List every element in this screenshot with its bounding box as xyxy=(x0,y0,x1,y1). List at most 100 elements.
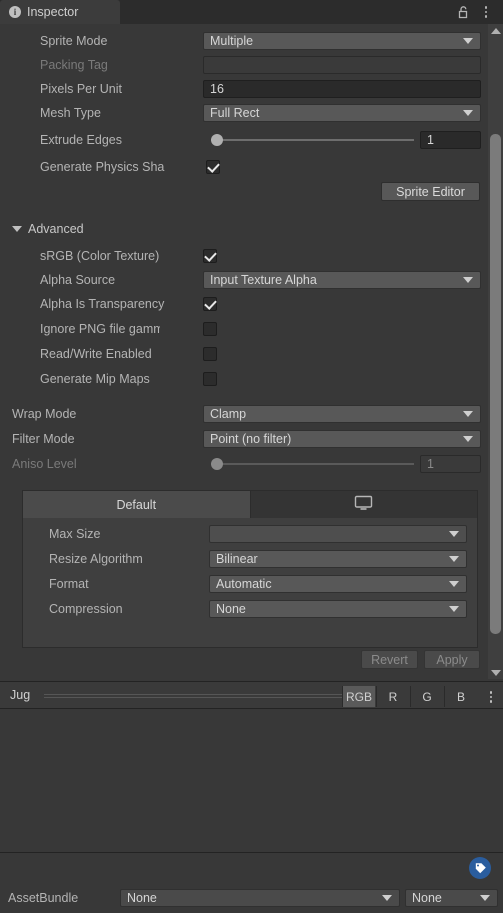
preview-drag-handle[interactable] xyxy=(44,694,344,698)
chevron-down-icon xyxy=(463,411,473,417)
dropdown-assetbundle-variant[interactable]: None xyxy=(405,889,498,907)
label-ignore-png-gamma: Ignore PNG file gamm xyxy=(40,322,160,336)
input-aniso-level-value[interactable]: 1 xyxy=(420,455,481,473)
preview-header: Jug RGB R G B xyxy=(0,681,503,709)
dropdown-mesh-type[interactable]: Full Rect xyxy=(203,104,481,122)
tab-inspector-label: Inspector xyxy=(27,5,79,19)
dropdown-wrap-mode-value: Clamp xyxy=(210,407,247,421)
dropdown-filter-mode-value: Point (no filter) xyxy=(210,432,292,446)
inspector-window: i Inspector Sprite Mode Multiple Packing… xyxy=(0,0,503,913)
checkbox-srgb[interactable] xyxy=(203,249,217,263)
slider-track xyxy=(211,463,414,465)
slider-aniso-level[interactable] xyxy=(211,456,414,472)
sprite-editor-button[interactable]: Sprite Editor xyxy=(381,182,480,201)
dropdown-sprite-mode-value: Multiple xyxy=(210,34,254,48)
dropdown-compression[interactable]: None xyxy=(209,600,467,618)
channel-button-rgb[interactable]: RGB xyxy=(342,686,375,707)
dropdown-compression-value: None xyxy=(216,602,246,616)
foldout-advanced[interactable]: Advanced xyxy=(12,222,84,236)
label-extrude-edges: Extrude Edges xyxy=(40,133,122,147)
tag-icon[interactable] xyxy=(469,857,491,879)
row-read-write-enabled: Read/Write Enabled xyxy=(0,342,488,366)
row-max-size: Max Size xyxy=(23,522,479,546)
chevron-down-icon xyxy=(480,895,490,901)
row-packing-tag: Packing Tag xyxy=(0,53,488,77)
kebab-menu-icon[interactable] xyxy=(479,3,493,21)
row-alpha-source: Alpha Source Input Texture Alpha xyxy=(0,268,488,292)
chevron-down-icon xyxy=(382,895,392,901)
lock-open-icon[interactable] xyxy=(455,4,471,20)
row-resize-algorithm: Resize Algorithm Bilinear xyxy=(23,547,479,571)
channel-rgb-label: RGB xyxy=(345,689,372,704)
checkbox-alpha-is-transparency[interactable] xyxy=(203,297,217,311)
tab-default-label: Default xyxy=(116,497,157,512)
dropdown-format-value: Automatic xyxy=(216,577,272,591)
dropdown-wrap-mode[interactable]: Clamp xyxy=(203,405,481,423)
chevron-down-icon xyxy=(463,277,473,283)
channel-button-r[interactable]: R xyxy=(376,686,409,707)
dropdown-max-size[interactable] xyxy=(209,525,467,543)
channel-button-g[interactable]: G xyxy=(410,686,443,707)
row-format: Format Automatic xyxy=(23,572,479,596)
checkbox-generate-physics-shape[interactable] xyxy=(206,160,220,174)
dropdown-resize-algorithm-value: Bilinear xyxy=(216,552,258,566)
label-resize-algorithm: Resize Algorithm xyxy=(49,552,143,566)
apply-button[interactable]: Apply xyxy=(424,650,480,669)
label-wrap-mode: Wrap Mode xyxy=(12,407,77,421)
tab-inspector[interactable]: i Inspector xyxy=(0,0,120,24)
slider-handle[interactable] xyxy=(211,458,223,470)
preview-asset-name: Jug xyxy=(10,688,31,702)
dropdown-format[interactable]: Automatic xyxy=(209,575,467,593)
slider-handle[interactable] xyxy=(211,134,223,146)
scroll-down-arrow[interactable] xyxy=(488,666,503,679)
row-mesh-type: Mesh Type Full Rect xyxy=(0,101,488,125)
dropdown-alpha-source[interactable]: Input Texture Alpha xyxy=(203,271,481,289)
assetbundle-row: AssetBundle None None xyxy=(0,887,503,909)
row-pixels-per-unit: Pixels Per Unit 16 xyxy=(0,77,488,101)
chevron-down-icon xyxy=(463,110,473,116)
scroll-up-arrow[interactable] xyxy=(488,24,503,37)
apply-button-label: Apply xyxy=(436,652,468,667)
input-extrude-edges-value[interactable]: 1 xyxy=(420,131,481,149)
chevron-down-icon xyxy=(449,531,459,537)
assetbundle-bar: AssetBundle None None xyxy=(0,852,503,913)
input-pixels-per-unit-value: 16 xyxy=(210,82,224,96)
label-srgb: sRGB (Color Texture) xyxy=(40,249,160,263)
label-max-size: Max Size xyxy=(49,527,101,541)
row-extrude-edges: Extrude Edges 1 xyxy=(0,128,488,152)
platform-tabs: Default xyxy=(23,491,477,518)
row-generate-mip-maps: Generate Mip Maps xyxy=(0,367,488,391)
label-read-write-enabled: Read/Write Enabled xyxy=(40,347,152,361)
vertical-scrollbar[interactable] xyxy=(488,24,503,679)
row-ignore-png-gamma: Ignore PNG file gamm xyxy=(0,317,488,341)
input-packing-tag[interactable] xyxy=(203,56,481,74)
label-format: Format xyxy=(49,577,89,591)
row-filter-mode: Filter Mode Point (no filter) xyxy=(0,427,488,451)
input-pixels-per-unit[interactable]: 16 xyxy=(203,80,481,98)
checkbox-ignore-png-gamma[interactable] xyxy=(203,322,217,336)
dropdown-sprite-mode[interactable]: Multiple xyxy=(203,32,481,50)
label-generate-mip-maps: Generate Mip Maps xyxy=(40,372,150,386)
label-alpha-is-transparency: Alpha Is Transparency xyxy=(40,297,165,311)
dropdown-alpha-source-value: Input Texture Alpha xyxy=(210,273,317,287)
chevron-down-icon xyxy=(449,556,459,562)
triangle-down-icon xyxy=(12,226,22,232)
dropdown-filter-mode[interactable]: Point (no filter) xyxy=(203,430,481,448)
checkbox-read-write-enabled[interactable] xyxy=(203,347,217,361)
dropdown-assetbundle-name-value: None xyxy=(127,891,157,905)
scrollbar-thumb[interactable] xyxy=(490,134,501,634)
channel-button-b[interactable]: B xyxy=(444,686,477,707)
checkbox-generate-mip-maps[interactable] xyxy=(203,372,217,386)
foldout-advanced-label: Advanced xyxy=(28,222,84,236)
dropdown-assetbundle-name[interactable]: None xyxy=(120,889,400,907)
label-packing-tag: Packing Tag xyxy=(40,58,108,72)
dropdown-resize-algorithm[interactable]: Bilinear xyxy=(209,550,467,568)
tab-standalone[interactable] xyxy=(250,491,477,518)
tab-default[interactable]: Default xyxy=(23,491,251,518)
preview-kebab-menu-icon[interactable] xyxy=(485,689,497,705)
slider-extrude-edges[interactable] xyxy=(211,132,414,148)
window-tabbar: i Inspector xyxy=(0,0,503,24)
revert-button[interactable]: Revert xyxy=(361,650,418,669)
slider-track xyxy=(211,139,414,141)
monitor-icon xyxy=(354,495,373,514)
